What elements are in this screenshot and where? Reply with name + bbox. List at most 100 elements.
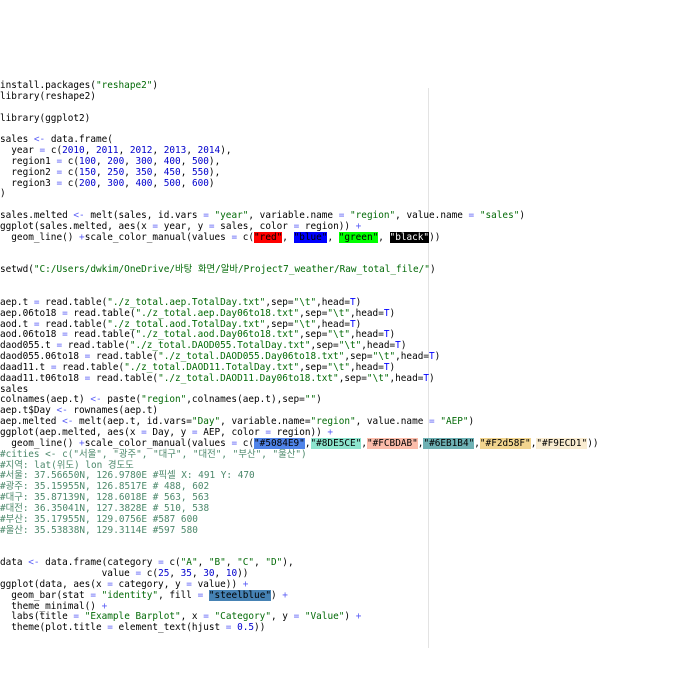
code-token: "AEP" [440,416,469,428]
code-token: ,sep= [344,351,373,363]
code-token: , [118,145,130,157]
code-token: + [355,220,362,232]
code-token: , value.name [395,210,469,222]
code-token: <- [28,557,40,569]
code-editor[interactable]: install.packages("reshape2") library(resh… [0,0,700,700]
code-token: "B" [208,557,226,569]
code-token: ggplot(data, aes(x [0,578,108,590]
code-token: , variable.name [248,210,339,222]
code-token: ) [429,264,436,276]
code-token: 200 [107,155,125,167]
code-line[interactable]: library(ggplot2) [0,113,700,125]
code-token: c( [62,155,80,167]
code-token: "C:/Users/dwkim/OneDrive/바탕 화면/알바/Projec… [33,264,430,276]
code-token: aod.06to18 [0,329,63,341]
code-token: region3 [0,177,57,189]
code-token: , [124,155,136,167]
code-token: value [0,567,136,579]
code-line[interactable]: daad11.t06to18 = read.table("./z_total.D… [0,372,700,385]
code-line[interactable] [0,244,700,255]
code-token: ggplot(aep.melted, aes(x [0,427,142,438]
code-token: "./z_total.DAOD055.Day06to18.txt" [158,351,345,363]
code-token: , [282,231,294,243]
code-line[interactable]: theme(plot.title = element_text(hjust = … [0,622,700,634]
code-token: 30 [203,567,215,579]
code-token: "region" [310,416,356,428]
code-token: 2013 [163,145,187,157]
code-token: #cities <- c("서울", "광주", "대구", "대전", "부산… [0,448,307,460]
code-line[interactable]: #울산: 35.53838N, 129.3114E #597 580 [0,525,700,537]
code-line[interactable]: region3 = c(200, 300, 400, 500, 600) [0,177,700,190]
code-token: "Example Barplot" [84,611,181,623]
code-token: , [180,155,192,167]
code-token: region)) [270,427,328,438]
code-token: , [214,567,226,579]
color-highlight-token: "red" [254,231,283,243]
code-token: , [152,155,164,167]
code-token: "\t" [372,351,396,363]
code-token: region1 [0,155,57,167]
code-token: "" [304,394,317,406]
code-token: read.table( [39,318,108,330]
code-token: ) [355,318,362,330]
code-token: "\t" [327,361,350,373]
code-token: "\t" [327,307,350,319]
code-token: theme(plot.title [0,622,108,634]
code-token: read.table( [90,351,159,363]
code-token: aod.t [0,318,34,330]
code-line[interactable] [0,103,700,114]
code-token: , [152,145,164,157]
code-line[interactable]: library(reshape2) [0,91,700,103]
code-token: , [95,177,108,189]
code-line[interactable]: install.packages("reshape2") [0,80,700,92]
code-token: rownames(aep.t) [67,405,159,417]
code-token: daod055.t [0,340,57,352]
code-token: ) [152,80,159,91]
code-token: scale_color_manual(values [84,437,232,449]
code-token: "\t" [327,329,350,341]
code-token: , [124,177,136,189]
code-token: ,head= [395,351,430,363]
code-line[interactable] [0,276,700,287]
code-token: ggplot(sales.melted, aes(x [0,220,153,232]
code-token: ,head= [316,318,350,330]
code-token: <- [33,134,46,146]
code-token: ) [389,307,396,319]
code-token: 35 [180,567,192,579]
code-token: ,sep= [299,361,328,373]
code-line[interactable]: ) [0,189,700,200]
code-token: 300 [107,177,125,189]
code-token: ), [208,166,221,178]
code-token: #지역: lat(위도) lon 경도도 [0,459,134,471]
code-token: , [327,231,339,243]
code-token: , [254,557,266,569]
code-token: ,head= [389,372,424,384]
code-token: "identity" [101,589,159,601]
code-token: aep.t$Day [0,405,57,417]
code-token: 400 [163,155,181,167]
code-token: ), [208,155,221,167]
code-token: <- [73,210,85,222]
code-token: install.packages( [0,80,96,91]
code-token: <- [62,416,74,428]
code-token: "Value" [304,611,345,623]
code-token: c( [237,231,255,243]
code-token: theme_minimal() [0,600,102,612]
code-token: "\t" [366,372,390,384]
code-line[interactable]: setwd("C:/Users/dwkim/OneDrive/바탕 화면/알바/… [0,264,700,276]
code-line[interactable]: geom_line() +scale_color_manual(values =… [0,231,700,244]
code-token: c( [62,177,80,189]
code-token: "C" [237,557,255,569]
code-token: c( [45,145,63,157]
code-token: "\t" [293,296,317,308]
code-token: , x [180,611,204,623]
code-token: value)) [191,578,243,590]
code-token: ) [429,372,435,384]
code-text-area[interactable]: install.packages("reshape2") library(resh… [0,80,700,634]
code-token: #서울: 37.56650N, 126.9780E #픽셀 X: 491 Y: … [0,470,255,482]
code-token: 10 [225,567,238,579]
code-token: #부산: 35.17955N, 129.0756E #587 600 [0,513,198,525]
code-line[interactable] [0,536,700,547]
color-highlight-token: "#FCBDAB" [366,437,418,449]
code-token: <- [90,394,102,406]
